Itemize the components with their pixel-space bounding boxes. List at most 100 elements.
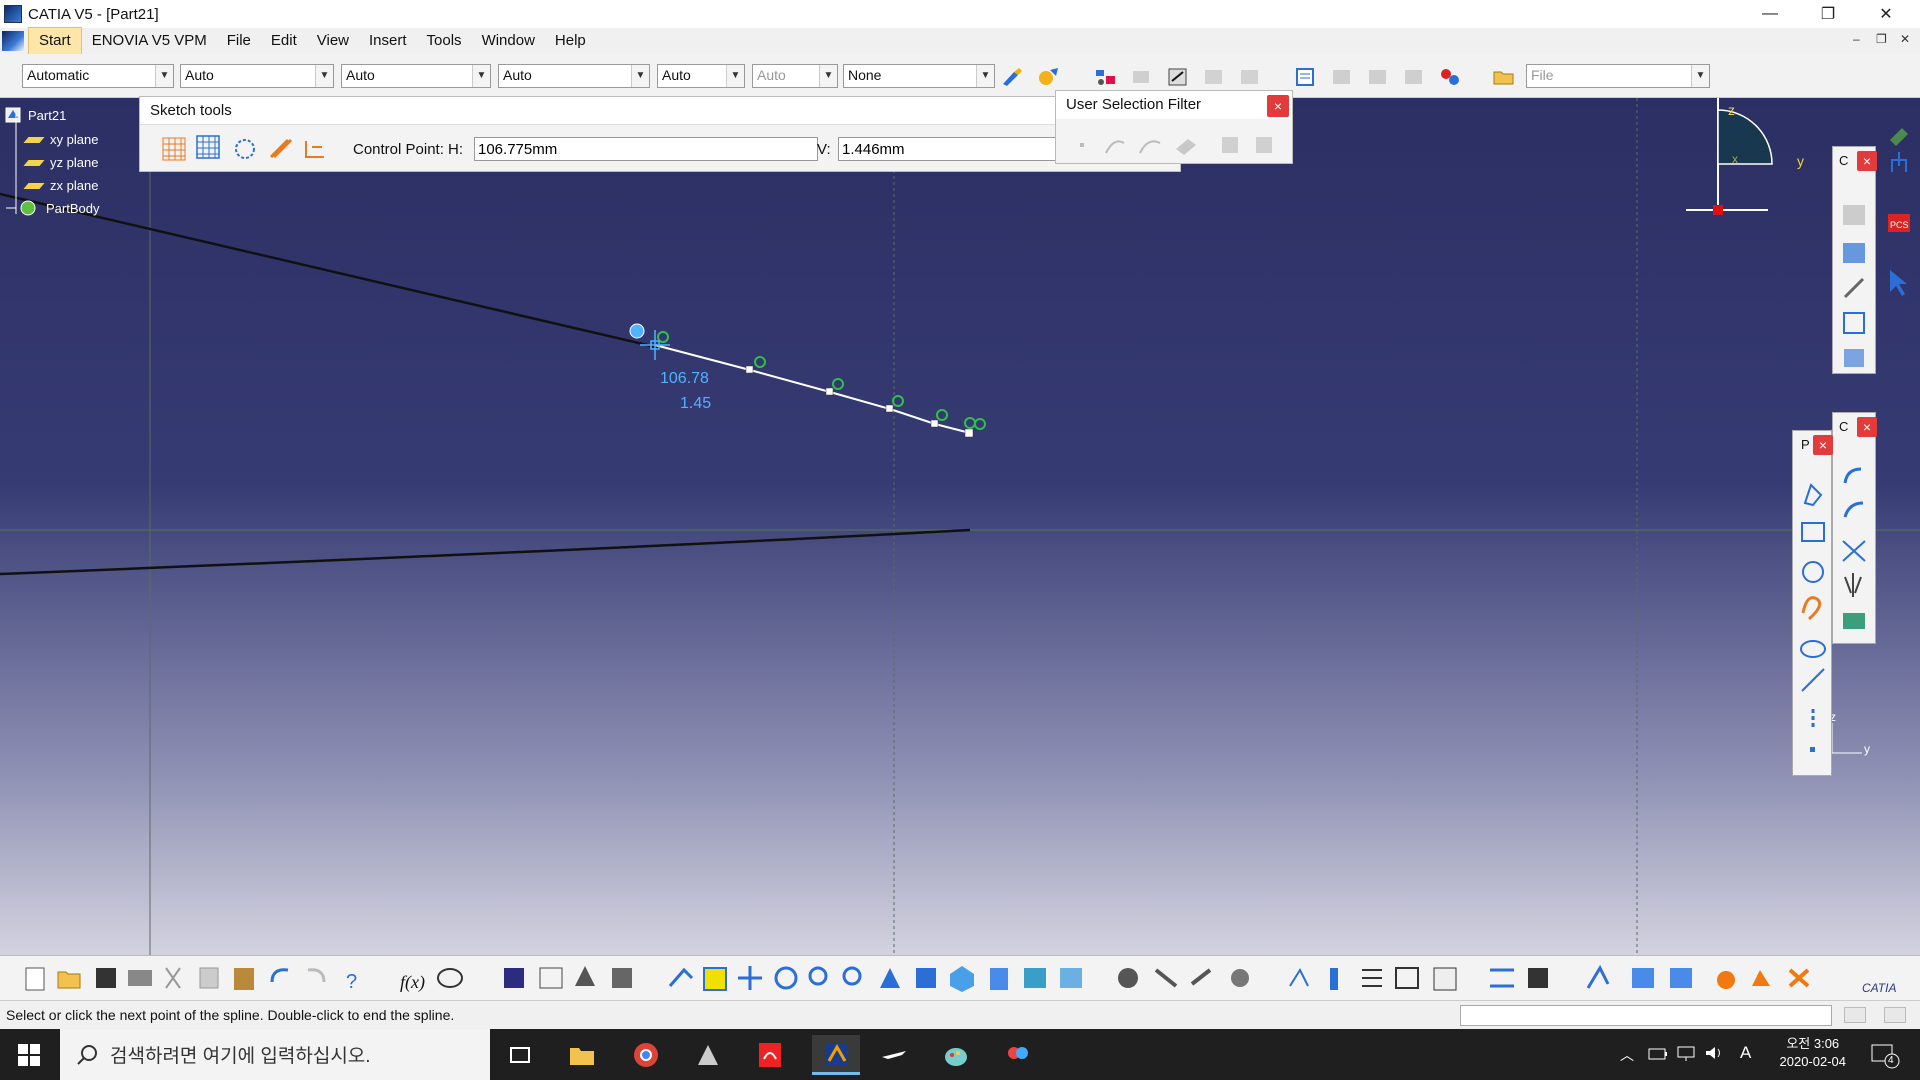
menu-help[interactable]: Help [545, 28, 596, 54]
spline-point [964, 428, 974, 438]
pdf-icon[interactable] [750, 1035, 790, 1075]
chevron-down-icon[interactable]: ▼ [976, 65, 994, 87]
menu-edit[interactable]: Edit [261, 28, 307, 54]
close-icon[interactable]: × [1267, 95, 1289, 117]
measure-icon[interactable] [1166, 66, 1190, 88]
bottom-toolbar: ? f(x) CATIA [0, 955, 1920, 1000]
close-icon[interactable]: × [1813, 435, 1833, 455]
mdi-restore-button[interactable]: ❐ [1876, 32, 1887, 46]
chevron-down-icon[interactable]: ▼ [726, 65, 744, 87]
tree-item-zx-plane[interactable]: zx plane [23, 178, 98, 193]
close-button[interactable]: ✕ [1858, 0, 1914, 28]
properties-icon[interactable] [1294, 66, 1318, 88]
close-icon[interactable]: × [1857, 417, 1877, 437]
restore-button[interactable]: ❐ [1800, 0, 1856, 28]
status-button[interactable] [1844, 1007, 1866, 1023]
open-folder-icon[interactable] [1492, 66, 1516, 88]
construction-element-icon[interactable] [232, 137, 258, 161]
file-explorer-icon[interactable] [562, 1035, 602, 1075]
selection-filter-title[interactable]: User Selection Filter [1056, 91, 1292, 119]
menu-window[interactable]: Window [472, 28, 545, 54]
tree-item-yz-plane[interactable]: yz plane [23, 155, 99, 170]
close-icon[interactable]: × [1857, 151, 1877, 171]
painter-icon[interactable] [1000, 66, 1024, 88]
control-point-h-field[interactable] [474, 137, 818, 161]
dimensional-constraints-icon[interactable] [302, 137, 328, 161]
table-icon [504, 968, 524, 988]
file-combo[interactable]: File ▼ [1526, 64, 1710, 88]
control-point-marker [754, 356, 766, 368]
tree-item-label: yz plane [50, 155, 99, 170]
taskbar-clock[interactable]: 오전 3:06 2020-02-04 [1780, 1035, 1847, 1071]
profile-tool-icons[interactable] [1799, 481, 1827, 771]
chevron-down-icon[interactable]: ▼ [631, 65, 649, 87]
chrome-icon[interactable] [626, 1035, 666, 1075]
catia-taskbar-icon[interactable] [812, 1035, 860, 1075]
spline-in-progress [654, 344, 971, 434]
palette-1-tool-icons[interactable] [1841, 201, 1869, 371]
layer-combo[interactable]: None ▼ [843, 64, 995, 88]
line-type-combo[interactable]: Auto ▼ [657, 64, 745, 88]
redo-icon [307, 968, 326, 983]
menu-enovia[interactable]: ENOVIA V5 VPM [82, 28, 217, 54]
transparency-combo[interactable]: Auto ▼ [341, 64, 491, 88]
control-point-marker [936, 409, 948, 421]
chevron-down-icon[interactable]: ▼ [1691, 65, 1709, 87]
graphic-property-combo[interactable]: Automatic ▼ [22, 64, 174, 88]
snipping-tool-icon[interactable] [998, 1035, 1038, 1075]
right-edge-tool-icons[interactable]: PCS [1882, 122, 1916, 302]
sketch-tools-panel: Sketch tools Control Point: H: V: [139, 96, 1181, 172]
notification-center-icon[interactable] [1870, 1041, 1900, 1069]
ime-indicator[interactable]: A [1740, 1043, 1751, 1063]
chevron-up-icon[interactable]: ︿ [1620, 1045, 1634, 1065]
task-view-icon[interactable] [500, 1035, 540, 1075]
palette-title: P [1801, 437, 1810, 452]
color-combo[interactable]: Auto ▼ [180, 64, 334, 88]
tool-icon [1528, 968, 1548, 988]
chevron-down-icon[interactable]: ▼ [315, 65, 333, 87]
iso-view-icon [950, 966, 974, 992]
disabled-tool-icon [1369, 70, 1386, 84]
tree-item-xy-plane[interactable]: xy plane [23, 132, 98, 147]
menu-file[interactable]: File [217, 28, 261, 54]
mdi-minimize-button[interactable]: – [1853, 32, 1860, 46]
catalog-browser-icon[interactable] [1094, 66, 1118, 88]
tree-item-partbody[interactable]: PartBody [6, 199, 99, 217]
mdi-close-button[interactable]: ✕ [1900, 32, 1910, 46]
menu-start[interactable]: Start [28, 27, 82, 55]
bottom-toolbar-icons[interactable]: ? f(x) CATIA [0, 956, 1920, 1001]
combo-value: Auto [346, 67, 375, 83]
control-point-v-field[interactable] [838, 137, 1058, 161]
sketch-canvas[interactable] [0, 98, 1920, 955]
paint-app-icon[interactable] [936, 1035, 976, 1075]
power-input-field[interactable] [1460, 1005, 1832, 1026]
catia-menu-logo-icon[interactable] [2, 31, 24, 51]
line-weight-combo[interactable]: Auto ▼ [498, 64, 650, 88]
sketch-tools-title[interactable]: Sketch tools [140, 97, 1180, 125]
chevron-down-icon[interactable]: ▼ [155, 65, 173, 87]
palette-2-tool-icons[interactable] [1841, 465, 1869, 641]
plane-icon [23, 182, 45, 189]
app-icon[interactable] [688, 1035, 728, 1075]
taskbar-search-box[interactable]: 검색하려면 여기에 입력하십시오. [60, 1029, 490, 1080]
graphic-properties-icon[interactable] [1036, 66, 1060, 88]
selection-filter-icons[interactable] [1076, 133, 1286, 157]
geometric-constraints-icon[interactable] [268, 137, 294, 161]
airplane-app-icon[interactable] [874, 1035, 914, 1075]
grid-icon[interactable] [196, 135, 220, 159]
network-icon[interactable] [1676, 1045, 1696, 1061]
battery-icon[interactable] [1648, 1047, 1668, 1061]
hide-show-icon [1024, 968, 1046, 988]
menu-view[interactable]: View [307, 28, 359, 54]
snap-to-point-icon[interactable] [162, 137, 186, 161]
windows-start-icon[interactable] [18, 1044, 40, 1066]
menu-insert[interactable]: Insert [359, 28, 417, 54]
chevron-down-icon[interactable]: ▼ [472, 65, 490, 87]
menu-tools[interactable]: Tools [417, 28, 472, 54]
minimize-button[interactable]: — [1742, 0, 1798, 28]
volume-icon[interactable] [1704, 1045, 1724, 1061]
catalog-icon[interactable] [1438, 66, 1462, 88]
3d-viewport[interactable]: Part21 xy plane yz plane zx plane PartBo… [0, 98, 1920, 955]
status-button[interactable] [1884, 1007, 1906, 1023]
tool-icon [1632, 968, 1654, 988]
